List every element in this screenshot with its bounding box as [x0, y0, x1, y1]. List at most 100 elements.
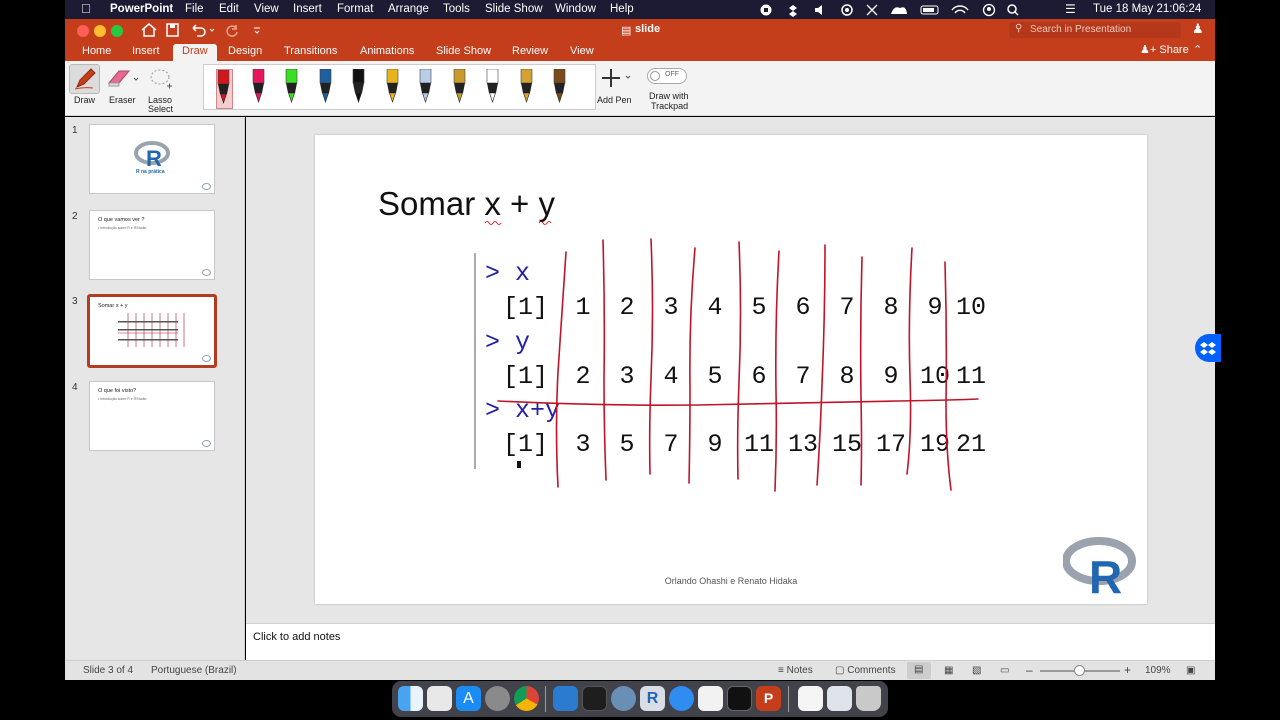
pen-10-icon[interactable]	[520, 68, 533, 109]
textedit-icon[interactable]	[698, 686, 723, 711]
pen-3-icon[interactable]	[285, 68, 298, 109]
slide-thumbnail-1[interactable]: R R na prática	[89, 124, 215, 194]
zoom-slider-thumb[interactable]	[1074, 665, 1085, 676]
notes-toggle-button[interactable]: ≡ Notes	[778, 665, 813, 676]
index-label-y: [1]	[503, 362, 549, 391]
close-window-button[interactable]	[77, 25, 89, 37]
vscode-icon[interactable]	[553, 686, 578, 711]
safari-icon[interactable]	[669, 686, 694, 711]
sum-value-10: 21	[955, 430, 986, 459]
maximize-window-button[interactable]	[111, 25, 123, 37]
comments-toggle-button[interactable]: ▢ Comments	[835, 665, 896, 676]
tab-home[interactable]: Home	[73, 44, 120, 61]
slide-title[interactable]: Somar x + y	[378, 185, 555, 223]
tab-design[interactable]: Design	[219, 44, 271, 61]
collapse-ribbon-icon[interactable]: ⌃	[1193, 43, 1202, 56]
x-value-10: 10	[955, 293, 986, 322]
svg-text:R: R	[1089, 551, 1122, 597]
menu-insert[interactable]: Insert	[293, 3, 322, 15]
tab-draw[interactable]: Draw	[173, 44, 217, 61]
system-preferences-icon[interactable]	[485, 686, 510, 711]
pen-5-icon[interactable]	[352, 68, 365, 109]
share-button[interactable]: ♟+ Share	[1140, 43, 1189, 56]
tab-slide-show[interactable]: Slide Show	[427, 44, 500, 61]
pen-6-icon[interactable]	[386, 68, 399, 109]
menu-view[interactable]: View	[254, 3, 279, 15]
lasso-label-line2: Select	[148, 104, 174, 114]
y-value-2: 3	[619, 362, 635, 391]
minimize-window-button[interactable]	[94, 25, 106, 37]
fit-to-window-icon[interactable]: ▣	[1186, 665, 1195, 676]
powerpoint-dock-icon[interactable]: P	[756, 686, 781, 711]
draw-tool-button[interactable]	[69, 64, 100, 94]
tab-insert[interactable]: Insert	[123, 44, 169, 61]
text-cursor	[517, 461, 521, 468]
tab-transitions[interactable]: Transitions	[275, 44, 346, 61]
slide-sorter-icon[interactable]: ▦	[944, 665, 953, 676]
downloads-stack-icon[interactable]	[827, 686, 852, 711]
pen-2-icon[interactable]	[252, 68, 265, 109]
slide-thumbnail-4[interactable]: O que foi visto? • Introdução sobre R e …	[89, 381, 215, 451]
menu-datetime[interactable]: Tue 18 May 21:06:24	[1093, 3, 1201, 15]
menu-app-name[interactable]: PowerPoint	[110, 3, 173, 15]
app-store-icon[interactable]: A	[456, 686, 481, 711]
slide-thumbnails-pane: 1 R R na prática 2 O que vamos ver ? • I…	[65, 117, 245, 660]
menu-edit[interactable]: Edit	[219, 3, 239, 15]
tab-view[interactable]: View	[561, 44, 603, 61]
index-label-x: [1]	[503, 293, 549, 322]
control-center-icon[interactable]: ☰	[1065, 2, 1076, 16]
activity-monitor-icon[interactable]	[582, 686, 607, 711]
sum-value-1: 3	[575, 430, 591, 459]
account-icon[interactable]: ♟	[1192, 21, 1204, 37]
dropbox-floating-icon[interactable]	[1195, 334, 1221, 362]
menu-arrange[interactable]: Arrange	[388, 3, 429, 15]
slide-thumbnail-2[interactable]: O que vamos ver ? • Introdução sobre R e…	[89, 210, 215, 280]
tab-animations[interactable]: Animations	[351, 44, 423, 61]
menu-slide-show[interactable]: Slide Show	[485, 3, 543, 15]
notes-pane[interactable]: Click to add notes	[246, 623, 1215, 660]
pen-8-icon[interactable]	[453, 68, 466, 109]
zoom-out-button[interactable]: –	[1026, 663, 1033, 677]
menu-window[interactable]: Window	[555, 3, 596, 15]
reading-view-icon[interactable]: ▧	[972, 665, 981, 676]
svg-text:R: R	[146, 146, 162, 169]
thumb-title-2: O que vamos ver ?	[98, 217, 145, 223]
r-app-icon[interactable]: R	[640, 686, 665, 711]
slide-thumbnail-3[interactable]: Somar x + y	[87, 294, 217, 368]
slideshow-view-icon[interactable]: ▭	[1000, 665, 1009, 676]
eraser-icon[interactable]	[106, 66, 140, 92]
menu-format[interactable]: Format	[337, 3, 373, 15]
menu-tools[interactable]: Tools	[443, 3, 470, 15]
quick-access-toolbar	[141, 23, 260, 37]
tab-review[interactable]: Review	[503, 44, 557, 61]
quicktime-icon[interactable]	[611, 686, 636, 711]
trash-icon[interactable]	[856, 686, 881, 711]
terminal-icon[interactable]	[727, 686, 752, 711]
zoom-in-button[interactable]: +	[1124, 663, 1131, 677]
x-value-4: 4	[707, 293, 723, 322]
menu-help[interactable]: Help	[610, 3, 634, 15]
lasso-icon[interactable]	[147, 66, 175, 92]
search-box[interactable]: ⚲ Search in Presentation	[1009, 22, 1181, 38]
pen-7-icon[interactable]	[419, 68, 432, 109]
document-stack-icon[interactable]	[798, 686, 823, 711]
trackpad-toggle[interactable]: OFF	[647, 68, 687, 84]
finder-icon[interactable]	[398, 686, 423, 711]
launchpad-icon[interactable]	[427, 686, 452, 711]
x-value-8: 8	[883, 293, 899, 322]
search-icon: ⚲	[1015, 23, 1023, 34]
pen-11-icon[interactable]	[553, 68, 566, 109]
zoom-level[interactable]: 109%	[1145, 665, 1171, 676]
pen-9-icon[interactable]	[486, 68, 499, 109]
slide-canvas[interactable]: Somar x + y > x [1] 1 2 3 4 5 6 7 8 9 10 > y [1] …	[315, 135, 1147, 604]
normal-view-button[interactable]: ▤	[907, 662, 931, 679]
add-pen-icon[interactable]	[600, 67, 634, 89]
macos-dock: A R P	[392, 681, 888, 717]
pen-1-icon[interactable]	[216, 69, 233, 109]
menu-file[interactable]: File	[185, 3, 204, 15]
chrome-icon[interactable]	[514, 686, 539, 711]
language-indicator[interactable]: Portuguese (Brazil)	[151, 665, 237, 676]
thumb-number-4: 4	[72, 382, 78, 393]
apple-icon[interactable]: 	[81, 1, 91, 16]
pen-4-icon[interactable]	[319, 68, 332, 109]
